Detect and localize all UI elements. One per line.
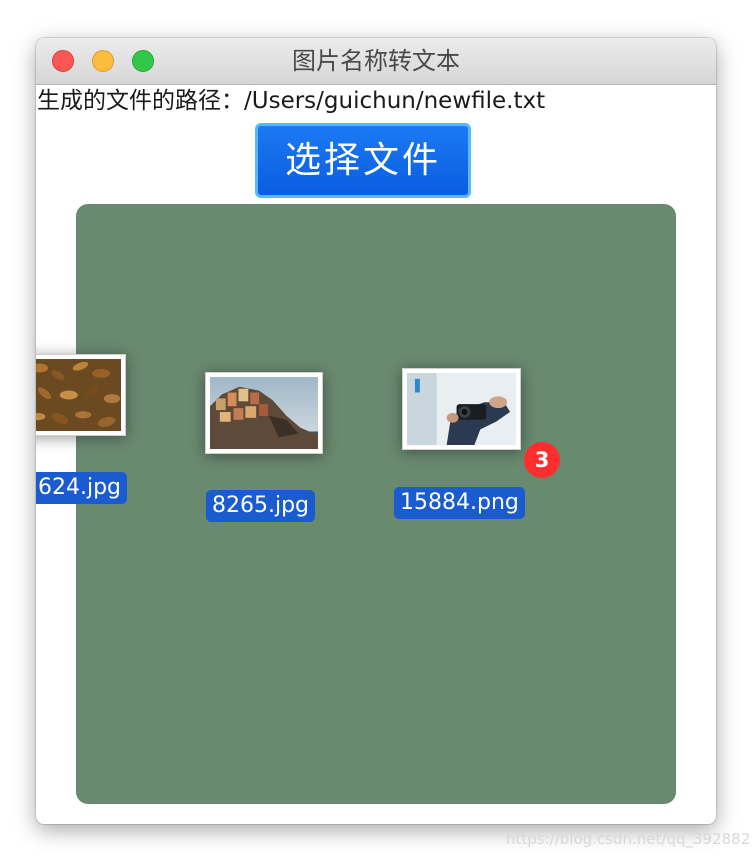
watermark-text: https://blog.csdn.net/qq_392882 xyxy=(506,830,751,848)
file-drop-area[interactable] xyxy=(76,204,676,804)
app-window: 图片名称转文本 生成的文件的路径：/Users/guichun/newfile.… xyxy=(36,38,716,824)
title-bar[interactable]: 图片名称转文本 xyxy=(36,38,716,85)
window-title: 图片名称转文本 xyxy=(292,47,460,75)
output-path-label: 生成的文件的路径：/Users/guichun/newfile.txt xyxy=(37,88,546,114)
select-file-button[interactable]: 选择文件 xyxy=(255,123,471,198)
